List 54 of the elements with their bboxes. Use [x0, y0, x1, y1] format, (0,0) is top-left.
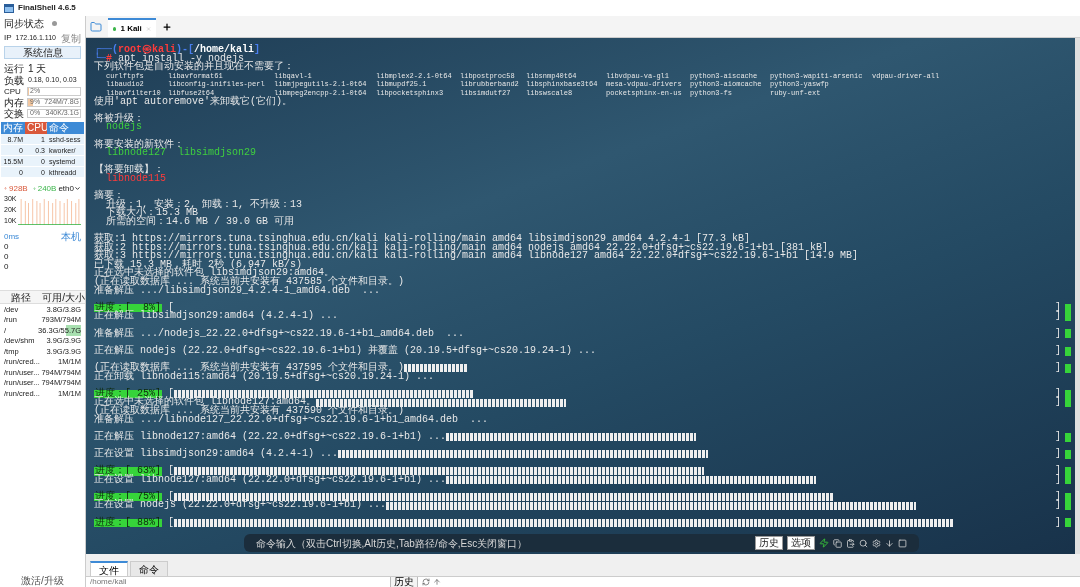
- terminal-text: )-[: [176, 46, 195, 55]
- meter-label: 内存: [4, 96, 25, 109]
- terminal-text: [: [167, 518, 175, 528]
- bracket-text: ]: [1055, 475, 1061, 485]
- sync-label: 同步状态: [4, 17, 44, 31]
- bracket-text: ]: [1055, 303, 1061, 313]
- latency-value: 0: [3, 262, 10, 272]
- terminal-text: [: [168, 492, 175, 502]
- bracket-text: ]: [1055, 398, 1061, 407]
- bracket-text: ]: [1055, 501, 1061, 511]
- terminal-text: root㉿kali: [118, 46, 177, 55]
- meter-label: CPU: [4, 86, 22, 97]
- terminal-text: [: [168, 303, 175, 313]
- bracket-text: ]: [1055, 312, 1061, 321]
- terminal-text: ]: [254, 46, 261, 55]
- bracket-text: ]: [1055, 467, 1061, 476]
- window-title: FinalShell 4.6.5: [18, 2, 76, 14]
- terminal-text: nodejs: [106, 123, 142, 132]
- progress-label: 进度：[ 88%]: [94, 518, 162, 528]
- terminal-text: 正在设置 nodejs (22.22.0+dfsg+~cs22.19.6-1+b1) ...: [94, 501, 387, 511]
- upload-rate: 928B: [9, 182, 28, 195]
- load-label: 负载: [4, 74, 24, 88]
- terminal-text: 正在解压 libsimdjson29:amd64 (4.2.4-1) ...: [94, 312, 339, 321]
- terminal-text: 所需的空间：14.6 MB / 39.0 GB 可用: [105, 217, 295, 227]
- bracket-text: ]: [1055, 492, 1061, 502]
- terminal-text: [: [168, 467, 175, 476]
- ip-label: IP: [4, 32, 12, 44]
- meter-label: 交换: [4, 107, 25, 121]
- terminal-text: 准备解压 .../nodejs_22.22.0+dfsg+~cs22.19.6-1+b1_amd64.deb ...: [94, 329, 465, 339]
- latency-value: 0: [3, 252, 10, 262]
- bracket-text: ]: [1055, 329, 1061, 339]
- terminal-text: 准备解压 .../libsimdjson29_4.2.4-1_amd64.deb ...: [94, 286, 381, 296]
- latency-value: 0: [3, 242, 10, 252]
- terminal-text: 正在解压 libnode127:amd64 (22.22.0+dfsg+~cs22.19.6-1+b1) ...: [94, 432, 447, 442]
- tab-label: 1 Kali: [120, 22, 142, 35]
- terminal-text: 使用'apt autoremove'来卸载它(它们)。: [94, 97, 293, 107]
- terminal-text: 正在卸载 libnode115:amd64 (20.19.5+dfsg+~cs20.19.24-1) ...: [94, 372, 435, 382]
- bracket-text: ]: [1055, 346, 1061, 356]
- terminal-text: libnode115: [106, 174, 166, 184]
- uptime-label: 运行: [4, 61, 24, 76]
- bracket-text: ]: [1055, 432, 1061, 442]
- terminal-text: 正在解压 nodejs (22.22.0+dfsg+~cs22.19.6-1+b1) 并覆盖 (20.19.5+dfsg+~cs20.19.24-1) ...: [94, 346, 597, 356]
- bracket-text: ]: [1055, 449, 1061, 459]
- uptime-value: 1 天: [28, 61, 47, 76]
- terminal-text: 准备解压 .../libnode127_22.22.0+dfsg+~cs22.19.6-1+b1_amd64.deb ...: [94, 415, 489, 425]
- terminal-text: libnode127 libsimdjson29: [106, 149, 257, 158]
- terminal-text: 正在设置 libnode127:amd64 (22.22.0+dfsg+~cs22.19.6-1+b1) ...: [94, 475, 447, 485]
- bracket-text: ]: [1055, 518, 1061, 528]
- host-label: 本机: [61, 230, 81, 244]
- bracket-text: ]: [1055, 389, 1061, 399]
- terminal-text: 正在设置 libsimdjson29:amd64 (4.2.4-1) ...: [94, 449, 339, 459]
- latency-label: 0ms: [4, 230, 20, 243]
- bracket-text: ]: [1055, 363, 1061, 373]
- download-rate: 240B: [37, 182, 57, 195]
